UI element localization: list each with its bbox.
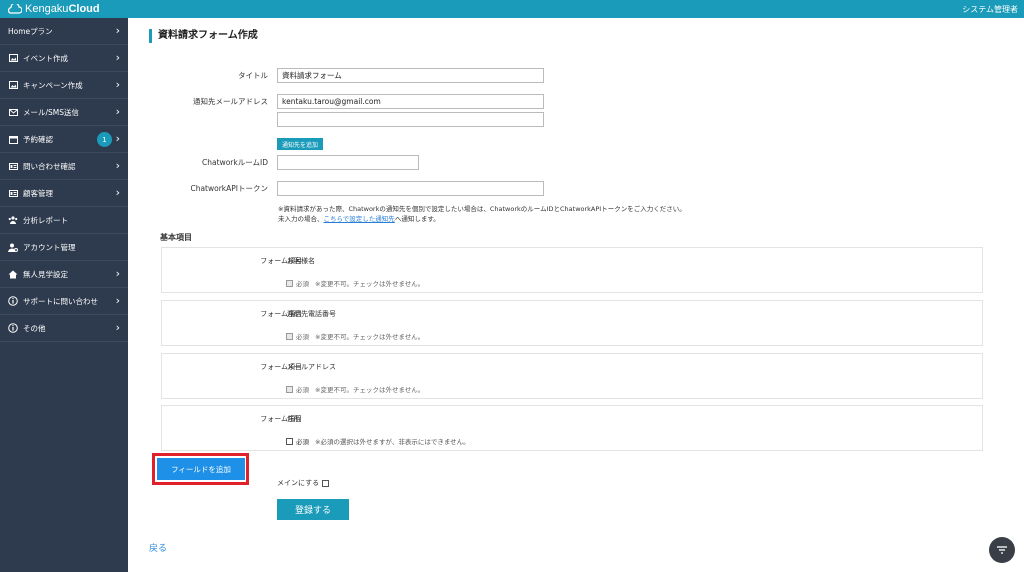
chevron-right-icon: ›	[115, 186, 120, 199]
top-bar: KengakuCloud システム管理者	[0, 0, 1024, 18]
chatwork-room-label: ChatworkルームID	[202, 158, 268, 167]
chevron-right-icon: ›	[115, 105, 120, 118]
required-checkbox-row: 必須 ※変更不可。チェックは外せません。	[286, 331, 424, 341]
sidebar-item-unmanned-tour[interactable]: 無人見学設定 ›	[0, 261, 128, 288]
sidebar-item-label: 問い合わせ確認	[23, 161, 76, 171]
chevron-right-icon: ›	[115, 159, 120, 172]
form-field-card: フォーム項目 住所 必須 ※必須の選択は外せますが、非表示にはできません。	[161, 405, 983, 451]
sidebar: Homeプラン › イベント作成 › キャンペーン作成 › メール/SMS送信 …	[0, 18, 128, 572]
floating-menu-button[interactable]	[989, 537, 1015, 563]
make-main-label: メインにする	[277, 479, 320, 487]
back-link[interactable]: 戻る	[149, 541, 167, 554]
chevron-right-icon: ›	[115, 51, 120, 64]
image-icon	[8, 53, 18, 63]
sidebar-item-label: 予約確認	[23, 134, 53, 144]
title-label: タイトル	[238, 71, 268, 80]
form-field-name: メールアドレス	[287, 363, 336, 371]
sidebar-item-mail-sms[interactable]: メール/SMS送信 ›	[0, 99, 128, 126]
required-checkbox	[286, 279, 293, 287]
chevron-right-icon: ›	[115, 78, 120, 91]
sidebar-item-campaign[interactable]: キャンペーン作成 ›	[0, 72, 128, 99]
make-main-checkbox[interactable]	[322, 479, 330, 487]
info-icon	[8, 296, 18, 306]
mail-icon	[8, 107, 18, 117]
form-field-card: フォーム項目 連絡先電話番号 必須 ※変更不可。チェックは外せません。	[161, 300, 983, 346]
logo[interactable]: KengakuCloud	[6, 2, 100, 16]
notify-email-input-1[interactable]	[277, 94, 544, 109]
sidebar-item-customers[interactable]: 顧客管理 ›	[0, 180, 128, 207]
info-icon	[8, 323, 18, 333]
sidebar-item-label: サポートに問い合わせ	[23, 296, 98, 306]
chatwork-room-input[interactable]	[277, 155, 419, 170]
image-icon	[8, 80, 18, 90]
chatwork-token-label: ChatworkAPIトークン	[190, 184, 268, 193]
calendar-icon	[8, 134, 18, 144]
required-checkbox[interactable]	[286, 437, 293, 445]
sidebar-item-label: キャンペーン作成	[23, 80, 83, 90]
id-card-icon	[8, 161, 18, 171]
notification-badge: 1	[97, 132, 112, 147]
sidebar-item-label: アカウント管理	[23, 242, 76, 252]
notification-settings-link[interactable]: こちらで設定した通知先	[324, 215, 395, 223]
chevron-right-icon: ›	[115, 267, 120, 280]
form-field-name: お客様名	[287, 257, 315, 265]
basic-fields-heading: 基本項目	[160, 233, 192, 242]
admin-user-label[interactable]: システム管理者	[962, 4, 1018, 15]
sidebar-item-label: メール/SMS送信	[23, 107, 80, 117]
sidebar-item-label: Homeプラン	[8, 26, 53, 36]
sidebar-item-inquiries[interactable]: 問い合わせ確認 ›	[0, 153, 128, 180]
sidebar-item-reservations[interactable]: 予約確認 1 ›	[0, 126, 128, 153]
chevron-right-icon: ›	[115, 321, 120, 334]
sidebar-item-other[interactable]: その他 ›	[0, 315, 128, 342]
sidebar-item-label: イベント作成	[23, 53, 68, 63]
filter-list-icon	[997, 546, 1007, 554]
make-main-row: メインにする	[277, 478, 330, 488]
chevron-right-icon: ›	[115, 132, 120, 145]
logo-text: KengakuCloud	[25, 3, 100, 15]
sidebar-item-event[interactable]: イベント作成 ›	[0, 45, 128, 72]
form-field-card: フォーム項目 お客様名 必須 ※変更不可。チェックは外せません。	[161, 247, 983, 293]
sidebar-item-home-plan[interactable]: Homeプラン ›	[0, 18, 128, 45]
required-checkbox-row: 必須 ※必須の選択は外せますが、非表示にはできません。	[286, 436, 470, 446]
cloud-logo-icon	[7, 4, 22, 14]
sidebar-item-label: 分析レポート	[23, 215, 68, 225]
home-icon	[8, 269, 18, 279]
sidebar-item-label: 無人見学設定	[23, 269, 68, 279]
required-checkbox-row: 必須 ※変更不可。チェックは外せません。	[286, 384, 424, 394]
sidebar-item-analytics[interactable]: 分析レポート	[0, 207, 128, 234]
add-recipient-button[interactable]: 通知先を追加	[277, 138, 324, 150]
main-content: 資料請求フォーム作成 タイトル 通知先メールアドレス 通知先を追加 Chatwo…	[128, 18, 1024, 572]
title-input[interactable]	[277, 68, 544, 83]
sidebar-item-label: その他	[23, 323, 46, 333]
notify-email-label: 通知先メールアドレス	[193, 97, 268, 106]
required-checkbox	[286, 332, 293, 340]
chatwork-note: ※資料請求があった際、Chatworkの通知先を個別で設定したい場合は、Chat…	[278, 205, 686, 213]
chevron-right-icon: ›	[115, 24, 120, 37]
submit-button[interactable]: 登録する	[277, 499, 349, 520]
add-field-button[interactable]: フィールドを追加	[157, 458, 245, 480]
sidebar-item-account[interactable]: アカウント管理	[0, 234, 128, 261]
chevron-right-icon: ›	[115, 294, 120, 307]
chatwork-token-input[interactable]	[277, 181, 544, 196]
form-field-name: 連絡先電話番号	[287, 310, 336, 318]
user-gear-icon	[8, 242, 18, 252]
required-checkbox	[286, 385, 293, 393]
required-checkbox-row: 必須 ※変更不可。チェックは外せません。	[286, 278, 424, 288]
page-title: 資料請求フォーム作成	[149, 29, 258, 43]
form-field-card: フォーム項目 メールアドレス 必須 ※変更不可。チェックは外せません。	[161, 353, 983, 399]
id-card-icon	[8, 188, 18, 198]
users-icon	[8, 215, 18, 225]
sidebar-item-support[interactable]: サポートに問い合わせ ›	[0, 288, 128, 315]
form-field-name: 住所	[287, 415, 301, 423]
sidebar-item-label: 顧客管理	[23, 188, 53, 198]
chatwork-fallback-note: 未入力の場合、こちらで設定した通知先へ通知します。	[278, 215, 440, 223]
notify-email-input-2[interactable]	[277, 112, 544, 127]
